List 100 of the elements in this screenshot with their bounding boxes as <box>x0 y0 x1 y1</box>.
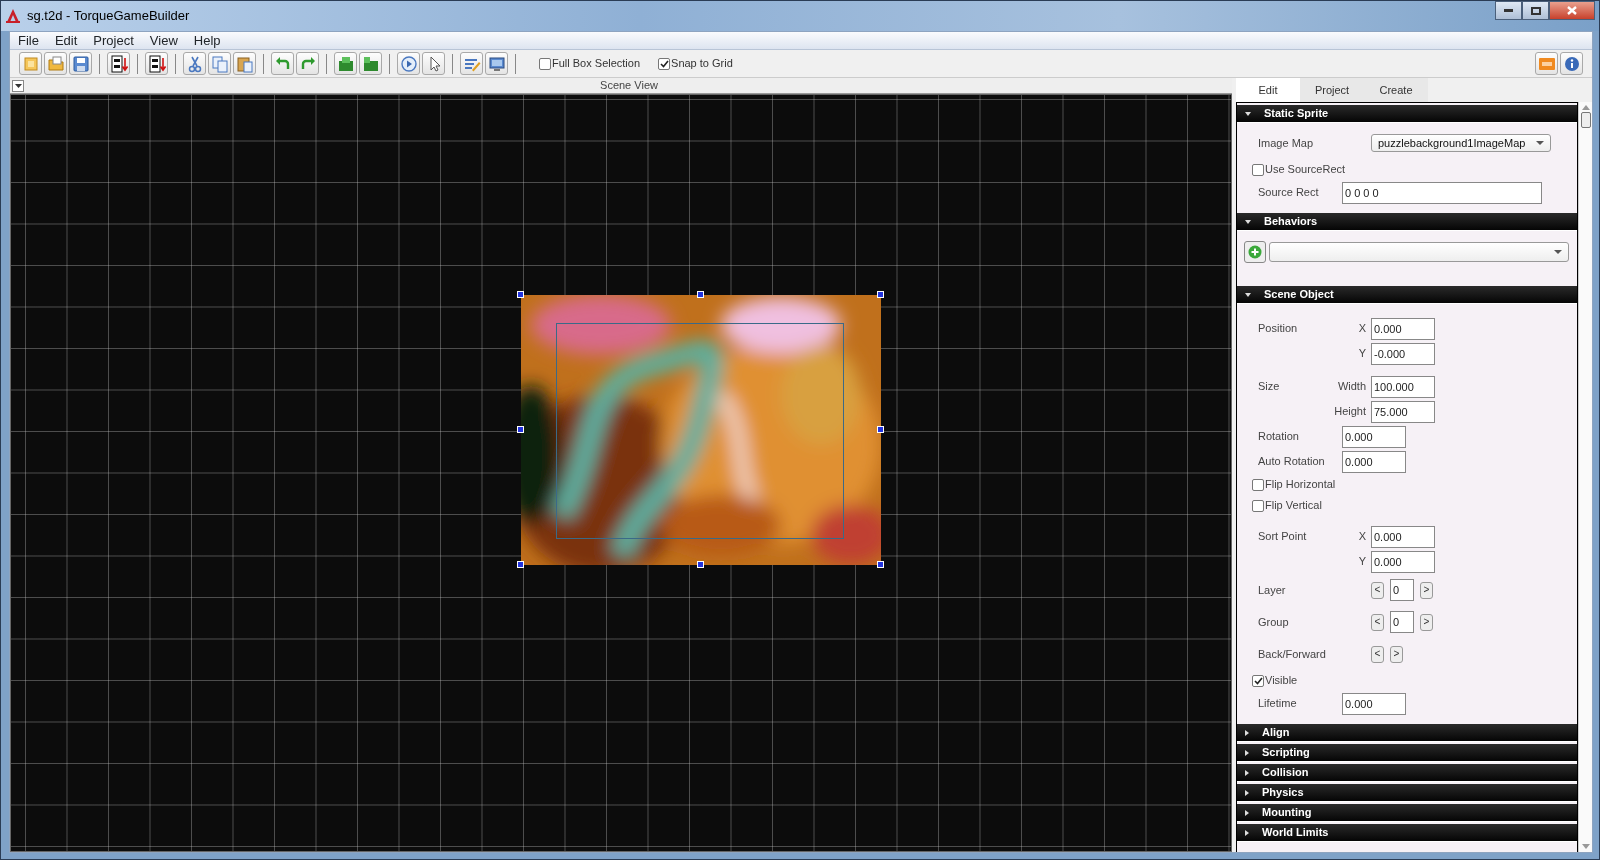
section-header[interactable]: Align <box>1237 724 1577 742</box>
selection-handle[interactable] <box>877 426 884 433</box>
checkbox[interactable] <box>1252 478 1264 491</box>
checkbox[interactable] <box>539 57 551 70</box>
dropdown[interactable]: puzzlebackground1ImageMap <box>1371 134 1551 152</box>
minimize-icon <box>1504 9 1513 12</box>
toolbar-button[interactable] <box>107 52 130 75</box>
menu-item[interactable]: Edit <box>46 32 86 49</box>
rss-icon <box>1538 57 1555 70</box>
input-field[interactable]: 100.000 <box>1371 375 1435 398</box>
selection-handle[interactable] <box>517 426 524 433</box>
axis-label: X <box>1357 321 1367 337</box>
checkbox[interactable] <box>658 57 671 70</box>
expand-arrow-icon <box>1245 789 1249 796</box>
input-field[interactable]: 0 0 0 0 <box>1342 181 1542 204</box>
field-label: Lifetime <box>1258 696 1298 712</box>
collapse-arrow-icon <box>1245 292 1251 297</box>
section-header[interactable]: Physics <box>1237 784 1577 802</box>
close-icon <box>1567 6 1577 15</box>
input-field[interactable]: 0 <box>1390 611 1414 633</box>
maximize-icon <box>1530 6 1541 15</box>
caret-icon <box>14 83 22 88</box>
section-header[interactable]: Mounting <box>1237 804 1577 822</box>
expand-arrow-icon <box>1245 769 1249 776</box>
input-field[interactable]: 75.000 <box>1371 400 1435 423</box>
checkbox-label: Use SourceRect <box>1265 162 1346 178</box>
expand-arrow-icon <box>1245 729 1249 736</box>
scrollbar-thumb[interactable] <box>1580 112 1591 128</box>
axis-label: Y <box>1357 346 1367 362</box>
scene-view-title: Scene View <box>599 78 659 94</box>
section-header[interactable]: Behaviors <box>1237 213 1577 231</box>
next-button[interactable]: > <box>1390 645 1403 663</box>
checkbox-label: Flip Horizontal <box>1265 477 1336 493</box>
axis-label: Width <box>1336 379 1367 395</box>
panel-tab[interactable]: Project <box>1300 78 1364 102</box>
info-icon <box>1563 55 1580 72</box>
menu-item[interactable]: View <box>141 32 186 49</box>
selection-handle[interactable] <box>517 291 524 298</box>
input-field[interactable]: 0.000 <box>1342 425 1406 448</box>
field-label: Back/Forward <box>1258 646 1327 662</box>
menu-item[interactable]: File <box>10 32 47 49</box>
section-header[interactable]: Collision <box>1237 764 1577 782</box>
field-label: Group <box>1258 614 1290 630</box>
field-label: Rotation <box>1258 429 1300 445</box>
previous-button[interactable]: < <box>1371 613 1384 631</box>
scrollbar[interactable] <box>1578 102 1592 852</box>
input-field[interactable]: -0.000 <box>1371 342 1435 365</box>
section-header[interactable]: Scripting <box>1237 744 1577 762</box>
add-button[interactable] <box>1244 240 1266 263</box>
panel-tab[interactable]: Edit <box>1236 78 1300 102</box>
checkbox[interactable] <box>1252 499 1264 512</box>
selection-handle[interactable] <box>697 561 704 568</box>
caret-icon <box>1536 141 1544 145</box>
selection-handle[interactable] <box>697 291 704 298</box>
panel-tab[interactable]: Create <box>1364 78 1428 102</box>
menu-item[interactable]: Help <box>185 32 229 49</box>
section-header[interactable]: World Limits <box>1237 824 1577 842</box>
toolbar-button[interactable] <box>422 52 445 75</box>
collapse-arrow-icon <box>1245 111 1251 116</box>
input-field[interactable]: 0 <box>1390 579 1414 601</box>
input-field[interactable]: 0.000 <box>1371 550 1435 573</box>
caret-icon <box>1554 249 1562 254</box>
toolbar-button[interactable] <box>145 52 168 75</box>
input-field[interactable]: 0.000 <box>1342 450 1406 473</box>
previous-button[interactable]: < <box>1371 581 1384 599</box>
input-field[interactable]: 0.000 <box>1371 317 1435 340</box>
view-dropdown-button[interactable] <box>12 79 24 92</box>
checkbox[interactable] <box>1252 163 1264 176</box>
scroll-down-icon[interactable] <box>1581 844 1590 849</box>
menu-item[interactable]: Project <box>85 32 142 49</box>
selection-handle[interactable] <box>517 561 524 568</box>
maximize-button[interactable] <box>1522 1 1549 20</box>
field-label: Source Rect <box>1258 185 1320 201</box>
collapse-arrow-icon <box>1245 219 1251 224</box>
field-label: Position <box>1258 321 1299 337</box>
field-label: Layer <box>1258 582 1287 598</box>
export-icon <box>147 54 166 73</box>
field-label: Auto Rotation <box>1258 454 1326 470</box>
checkbox-label: Snap to Grid <box>671 56 733 72</box>
field-label: Sort Point <box>1258 529 1308 545</box>
minimize-button[interactable] <box>1495 1 1522 20</box>
section-header[interactable]: Scene Object <box>1237 286 1577 304</box>
expand-arrow-icon <box>1245 829 1249 836</box>
input-field[interactable]: 0.000 <box>1342 692 1406 715</box>
input-field[interactable]: 0.000 <box>1371 525 1435 548</box>
app-logo-icon <box>5 8 21 24</box>
selection-handle[interactable] <box>877 291 884 298</box>
selection-handle[interactable] <box>877 561 884 568</box>
close-button[interactable] <box>1549 1 1595 20</box>
dropdown[interactable] <box>1269 241 1569 262</box>
next-button[interactable]: > <box>1420 581 1433 599</box>
previous-button[interactable]: < <box>1371 645 1384 663</box>
section-header[interactable]: Static Sprite <box>1237 105 1577 123</box>
expand-arrow-icon <box>1245 749 1249 756</box>
new-file-icon <box>21 54 40 73</box>
scroll-up-icon[interactable] <box>1581 105 1590 110</box>
window-title: sg.t2d - TorqueGameBuilder <box>27 7 190 26</box>
checkbox-label: Flip Vertical <box>1265 498 1322 514</box>
checkbox[interactable] <box>1252 674 1264 687</box>
next-button[interactable]: > <box>1420 613 1433 631</box>
